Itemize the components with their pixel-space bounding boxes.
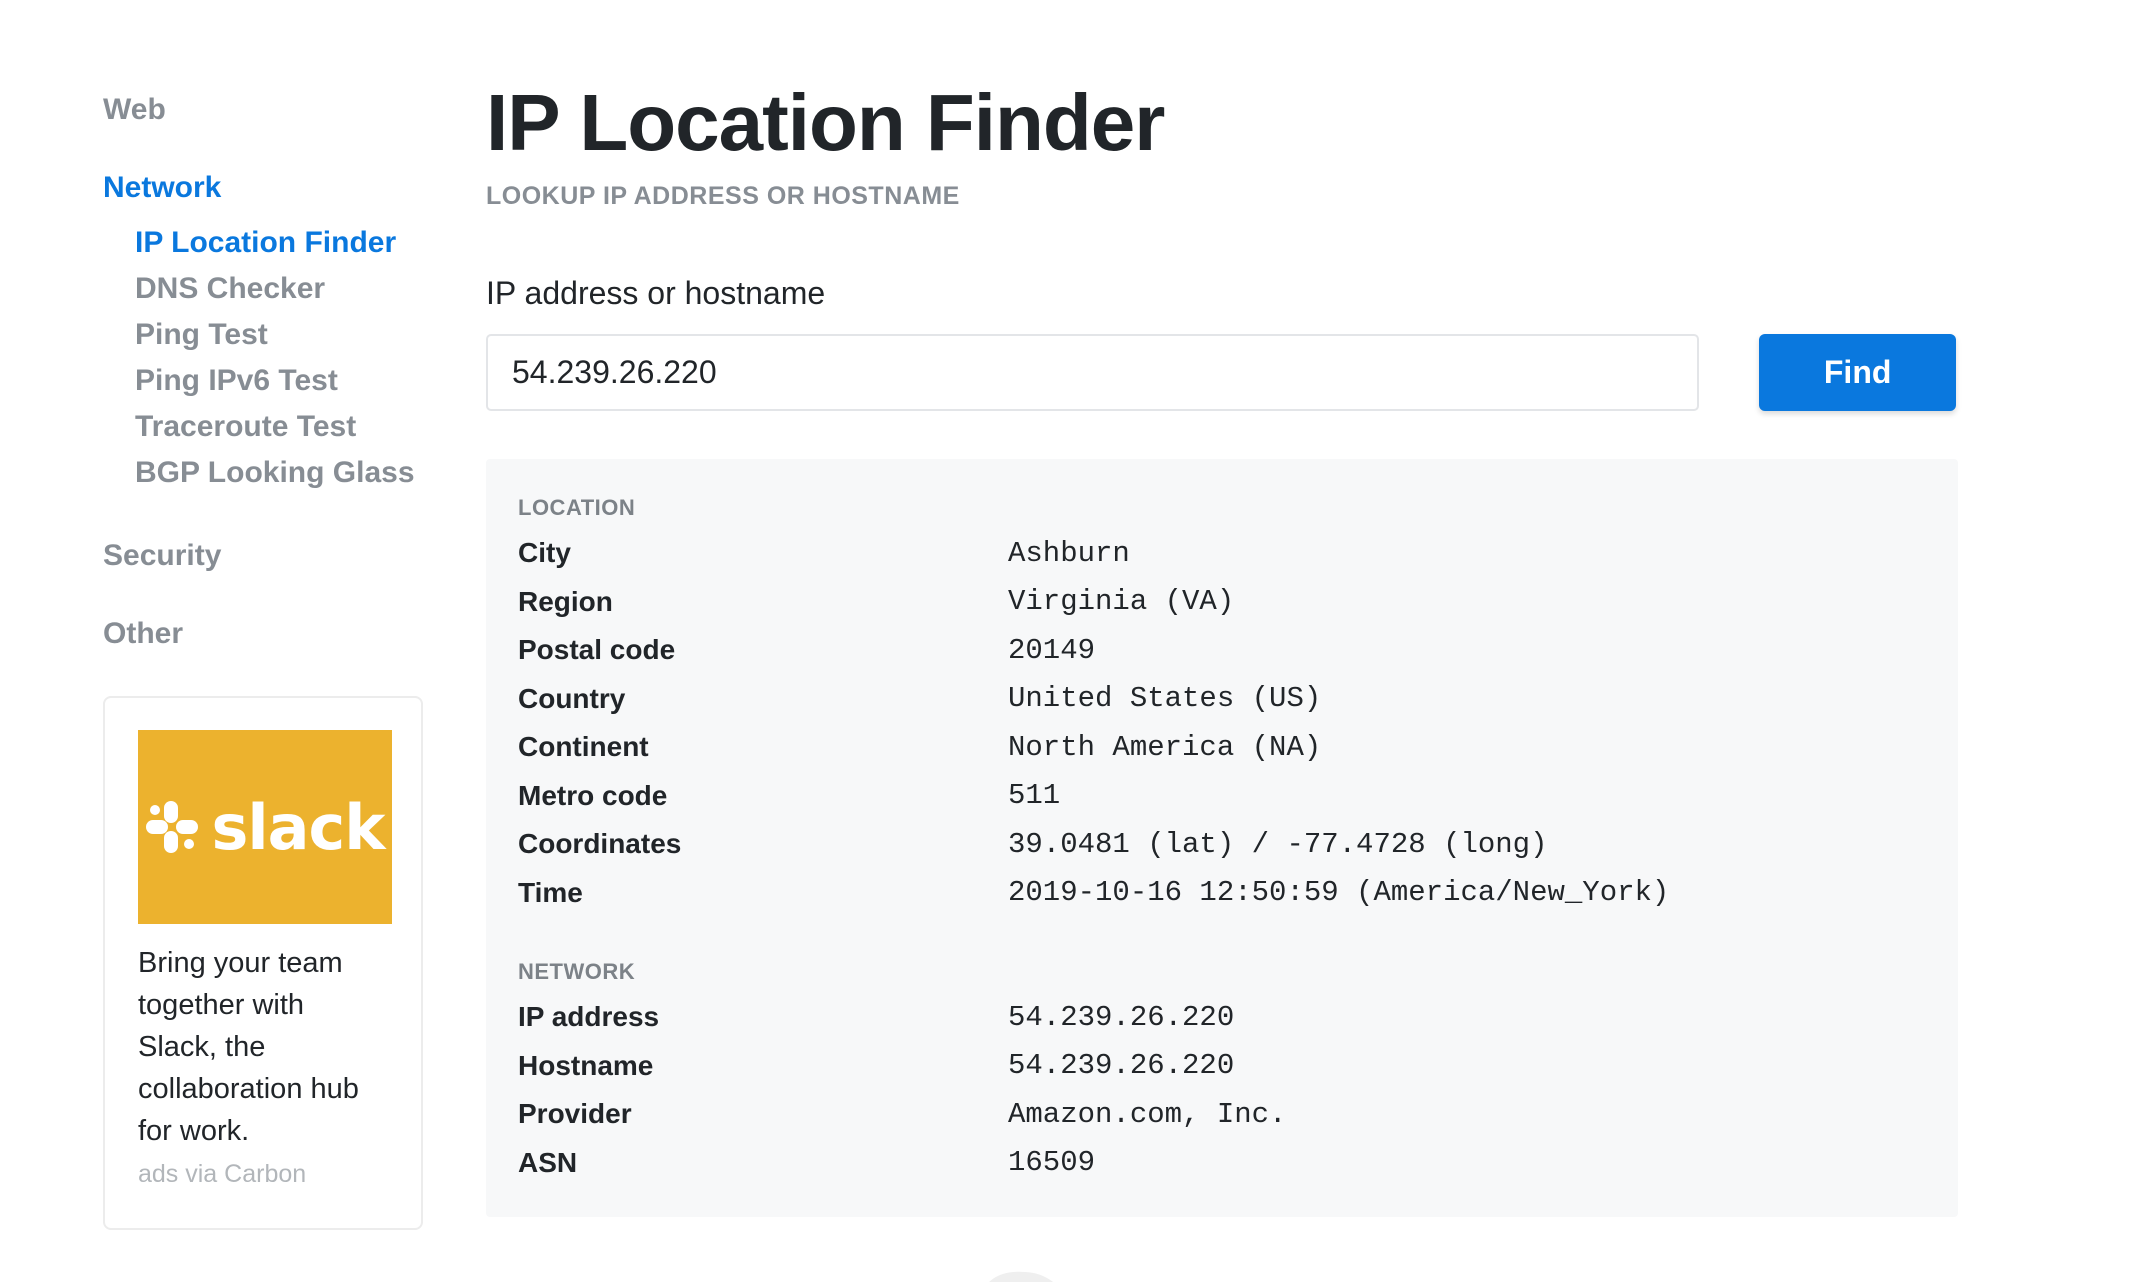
result-key: ASN (518, 1146, 578, 1178)
slack-logo-icon (145, 801, 198, 853)
result-value: 2019-10-16 12:50:59 (America/New_York) (1008, 876, 1670, 910)
results-panel: LOCATION City Ashburn Region Virginia (V… (486, 459, 1958, 1217)
result-key: Provider (518, 1098, 632, 1130)
page-subtitle: LOOKUP IP ADDRESS OR HOSTNAME (486, 182, 960, 210)
result-row-region: Region Virginia (VA) (518, 578, 1926, 627)
result-value: 511 (1008, 779, 1061, 813)
result-value: 39.0481 (lat) / -77.4728 (long) (1008, 827, 1548, 861)
result-value: 54.239.26.220 (1008, 1000, 1235, 1034)
result-row-metro-code: Metro code 511 (518, 772, 1926, 821)
result-key: IP address (518, 1001, 660, 1033)
result-key: Hostname (518, 1049, 654, 1081)
result-value: Virginia (VA) (1008, 585, 1235, 619)
page-title: IP Location Finder (486, 78, 1165, 167)
sidebar-item-ping-ipv6-test[interactable]: Ping IPv6 Test (135, 358, 423, 404)
result-row-hostname: Hostname 54.239.26.220 (518, 1042, 1926, 1091)
result-value: 54.239.26.220 (1008, 1049, 1235, 1083)
result-value: 20149 (1008, 633, 1096, 667)
ad-via-link[interactable]: ads via Carbon (138, 1160, 388, 1189)
network-heading: NETWORK (518, 959, 636, 984)
result-row-coordinates: Coordinates 39.0481 (lat) / -77.4728 (lo… (518, 820, 1926, 869)
result-row-asn: ASN 16509 (518, 1139, 1926, 1188)
result-row-postal-code: Postal code 20149 (518, 626, 1926, 675)
result-key: Country (518, 682, 626, 714)
result-row-city: City Ashburn (518, 529, 1926, 578)
result-row-country: Country United States (US) (518, 675, 1926, 724)
result-key: Metro code (518, 779, 668, 811)
network-tools-list: IP Location Finder DNS Checker Ping Test… (135, 220, 423, 496)
sidebar-item-ip-location-finder[interactable]: IP Location Finder (135, 220, 423, 266)
map-preview (989, 1271, 1054, 1282)
ad-brand-wordmark: slack (211, 790, 386, 864)
location-heading: LOCATION (518, 495, 636, 520)
find-button[interactable]: Find (1759, 334, 1956, 411)
result-value: Amazon.com, Inc. (1008, 1097, 1287, 1131)
sidebar-item-dns-checker[interactable]: DNS Checker (135, 266, 423, 312)
nav-section-other[interactable]: Other (103, 614, 423, 654)
result-value: 16509 (1008, 1146, 1096, 1180)
result-value: North America (NA) (1008, 730, 1322, 764)
ip-address-input[interactable] (486, 334, 1700, 411)
result-row-provider: Provider Amazon.com, Inc. (518, 1090, 1926, 1139)
sidebar-item-traceroute-test[interactable]: Traceroute Test (135, 404, 423, 450)
result-key: City (518, 537, 571, 569)
result-key: Coordinates (518, 828, 682, 860)
lookup-form: Find (486, 334, 1956, 411)
nav-section-security[interactable]: Security (103, 536, 423, 576)
sidebar-item-bgp-looking-glass[interactable]: BGP Looking Glass (135, 450, 423, 496)
nav-section-web[interactable]: Web (103, 90, 423, 130)
result-key: Region (518, 585, 613, 617)
result-row-ip-address: IP address 54.239.26.220 (518, 993, 1926, 1042)
ad-image-slack[interactable]: slack (138, 730, 392, 924)
ip-field-label: IP address or hostname (486, 275, 826, 311)
result-row-continent: Continent North America (NA) (518, 723, 1926, 772)
sidebar: Web Network IP Location Finder DNS Check… (103, 90, 423, 1230)
ad-text[interactable]: Bring your team together with Slack, the… (138, 942, 388, 1152)
result-value: United States (US) (1008, 682, 1322, 716)
page: Web Network IP Location Finder DNS Check… (0, 0, 2148, 1282)
result-value: Ashburn (1008, 536, 1130, 570)
main-content: IP Location Finder LOOKUP IP ADDRESS OR … (486, 78, 1958, 1217)
carbon-ad: slack Bring your team together with Slac… (103, 696, 423, 1230)
result-row-time: Time 2019-10-16 12:50:59 (America/New_Yo… (518, 869, 1926, 918)
sidebar-item-ping-test[interactable]: Ping Test (135, 312, 423, 358)
result-key: Time (518, 876, 583, 908)
result-key: Continent (518, 731, 649, 763)
result-key: Postal code (518, 634, 676, 666)
nav-section-network[interactable]: Network (103, 168, 423, 208)
